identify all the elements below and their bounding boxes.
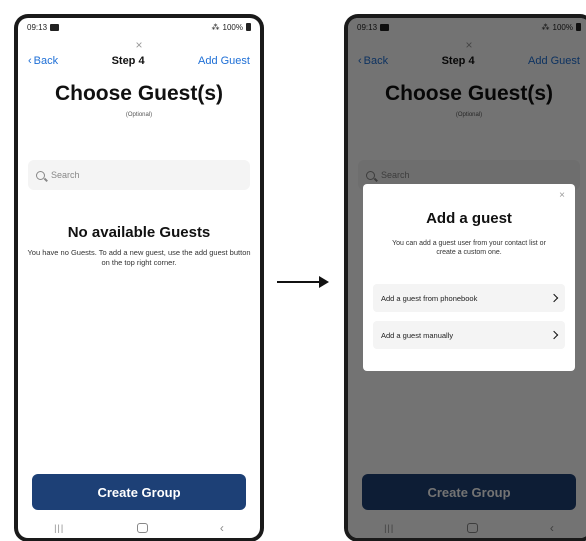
phone-after: 09:13 ⁂ 100% × ‹ Back Step 4 Add Guest C… (344, 14, 586, 541)
home-icon[interactable] (136, 523, 148, 533)
add-guest-button[interactable]: Add Guest (198, 55, 250, 67)
screen-add-guest-dialog: 09:13 ⁂ 100% × ‹ Back Step 4 Add Guest C… (348, 18, 586, 538)
step-label: Step 4 (111, 55, 145, 67)
option-label: Add a guest manually (381, 330, 454, 340)
chevron-right-icon (549, 330, 559, 340)
recents-icon[interactable]: ||| (54, 523, 64, 533)
search-icon (36, 170, 45, 180)
page-title: Choose Guest(s) (54, 82, 224, 105)
chevron-left-icon: ‹ (28, 55, 32, 67)
add-manually-option[interactable]: Add a guest manually (373, 321, 565, 349)
empty-state-title: No available Guests (67, 224, 211, 241)
phone-before: 09:13 ⁂ 100% × ‹ Back Step 4 Add Guest C… (14, 14, 264, 541)
status-bar: 09:13 ⁂ 100% (18, 18, 260, 36)
add-guest-dialog: × Add a guest You can add a guest user f… (363, 184, 575, 371)
back-button[interactable]: ‹ Back (28, 55, 58, 67)
page-subtitle: (Optional) (125, 112, 153, 118)
search-bar[interactable] (28, 160, 250, 190)
battery-percent: 100% (222, 22, 243, 32)
back-label: Back (33, 55, 59, 67)
close-icon[interactable]: × (18, 38, 260, 52)
status-time: 09:13 (27, 22, 48, 32)
transition-arrow-icon (277, 276, 329, 288)
create-group-button[interactable]: Create Group (32, 474, 246, 510)
dialog-close-icon[interactable]: × (559, 190, 565, 201)
battery-icon (246, 23, 251, 31)
nav-back-icon[interactable]: ‹ (220, 521, 224, 535)
app-notification-icon (50, 23, 60, 31)
system-nav-bar: ||| ‹ (18, 518, 260, 538)
add-from-phonebook-option[interactable]: Add a guest from phonebook (373, 284, 565, 312)
chevron-right-icon (549, 293, 559, 303)
nav-bar: ‹ Back Step 4 Add Guest (18, 52, 260, 70)
screen-choose-guests: 09:13 ⁂ 100% × ‹ Back Step 4 Add Guest C… (18, 18, 260, 538)
empty-state-description: You have no Guests. To add a new guest, … (27, 248, 251, 267)
search-input[interactable] (51, 170, 231, 180)
dialog-description: You can add a guest user from your conta… (392, 240, 546, 256)
dialog-title: Add a guest (426, 210, 512, 227)
signal-icon: ⁂ (211, 22, 220, 32)
option-label: Add a guest from phonebook (381, 293, 478, 303)
